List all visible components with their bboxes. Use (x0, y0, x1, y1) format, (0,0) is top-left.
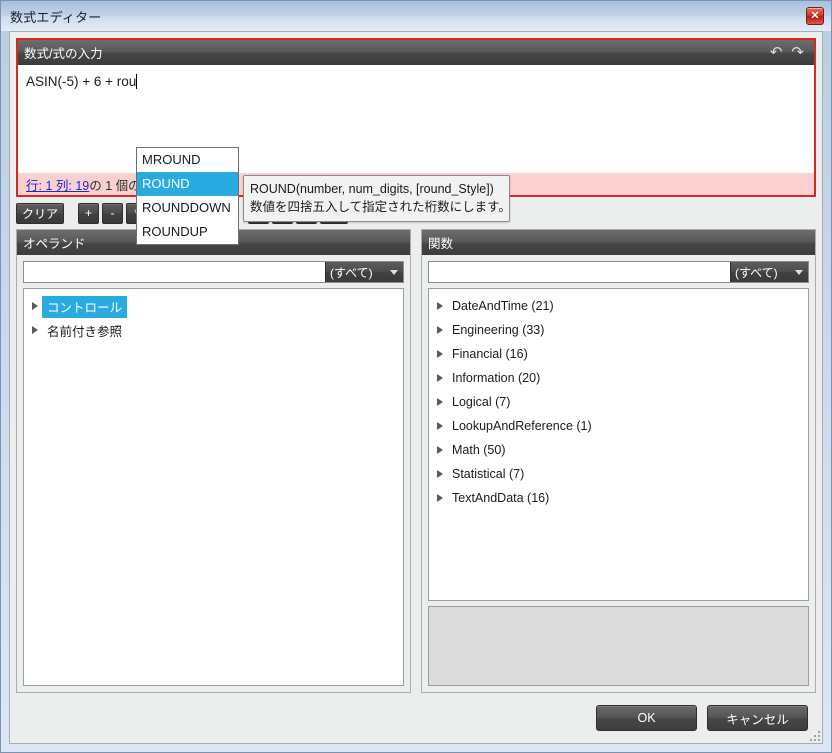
autocomplete-item-mround[interactable]: MROUND (137, 148, 238, 172)
function-category-label: Logical (7) (452, 395, 511, 409)
text-caret (136, 74, 138, 89)
function-filter-combo[interactable]: (すべて) (730, 262, 808, 282)
function-category-dateandtime[interactable]: DateAndTime (21) (429, 294, 808, 318)
expand-triangle-icon[interactable] (437, 374, 443, 382)
tooltip-description: 数値を四捨五入して指定された桁数にします。 (250, 200, 511, 214)
formula-text-value: ASIN(-5) + 6 + rou (26, 74, 137, 89)
function-category-logical[interactable]: Logical (7) (429, 390, 808, 414)
expand-triangle-icon[interactable] (437, 470, 443, 478)
expand-triangle-icon[interactable] (437, 494, 443, 502)
operator-plus-button[interactable]: + (78, 202, 100, 224)
chevron-down-icon (390, 269, 398, 275)
formula-panel-header: 数式/式の入力 ↶ ↷ (18, 40, 814, 65)
formula-editor-window: 数式エディター ✕ 数式/式の入力 ↶ ↷ ASIN(-5) + 6 + rou… (0, 0, 832, 753)
function-category-lookupandreference[interactable]: LookupAndReference (1) (429, 414, 808, 438)
panels-row: オペランド (すべて) コントロール 名前付き参照 関数 (すべて) DateA… (10, 229, 822, 693)
undo-icon[interactable]: ↶ (770, 45, 783, 60)
cancel-button[interactable]: キャンセル (707, 705, 808, 731)
expand-triangle-icon[interactable] (437, 398, 443, 406)
function-category-label: Information (20) (452, 371, 541, 385)
tooltip-signature: ROUND(number, num_digits, [round_Style]) (250, 182, 494, 196)
function-category-financial[interactable]: Financial (16) (429, 342, 808, 366)
ok-button[interactable]: OK (596, 705, 697, 731)
autocomplete-item-round[interactable]: ROUND (137, 172, 238, 196)
close-x-glyph: ✕ (810, 9, 820, 22)
redo-icon[interactable]: ↷ (791, 45, 804, 60)
operand-tree[interactable]: コントロール 名前付き参照 (23, 288, 404, 686)
operand-tree-item-controls[interactable]: コントロール (24, 294, 403, 318)
formula-panel-title: 数式/式の入力 (24, 47, 103, 61)
function-panel-header: 関数 (422, 230, 815, 255)
function-category-information[interactable]: Information (20) (429, 366, 808, 390)
operand-group: オペランド (すべて) コントロール 名前付き参照 (16, 229, 411, 693)
expand-triangle-icon[interactable] (32, 326, 38, 334)
function-category-label: Statistical (7) (452, 467, 525, 481)
operand-tree-item-named-refs[interactable]: 名前付き参照 (24, 318, 403, 342)
function-description-pane (428, 606, 809, 686)
dialog-client-area: 数式/式の入力 ↶ ↷ ASIN(-5) + 6 + rou MROUND RO… (9, 31, 823, 744)
function-category-label: TextAndData (16) (452, 491, 550, 505)
function-category-textanddata[interactable]: TextAndData (16) (429, 486, 808, 510)
close-icon[interactable]: ✕ (806, 7, 824, 25)
operand-tree-item-label: 名前付き参照 (47, 324, 123, 339)
operand-filter-combo[interactable]: (すべて) (325, 262, 403, 282)
operand-filter-row: (すべて) (23, 261, 404, 283)
dialog-footer: OK キャンセル (10, 693, 822, 743)
window-titlebar[interactable]: 数式エディター ✕ (1, 1, 831, 31)
function-panel-title: 関数 (428, 237, 454, 251)
function-group: 関数 (すべて) DateAndTime (21) Engineering (3… (421, 229, 816, 693)
window-title: 数式エディター (10, 9, 102, 25)
expand-triangle-icon[interactable] (437, 326, 443, 334)
expand-triangle-icon[interactable] (437, 350, 443, 358)
operand-search-input[interactable] (24, 262, 325, 282)
expand-triangle-icon[interactable] (437, 302, 443, 310)
error-message: の 1 個の (89, 178, 141, 193)
autocomplete-popup[interactable]: MROUND ROUND ROUNDDOWN ROUNDUP (136, 147, 239, 245)
function-category-math[interactable]: Math (50) (429, 438, 808, 462)
function-filter-combo-label: (すべて) (735, 265, 778, 280)
clear-button[interactable]: クリア (16, 202, 65, 224)
function-category-statistical[interactable]: Statistical (7) (429, 462, 808, 486)
formula-input-group: 数式/式の入力 ↶ ↷ ASIN(-5) + 6 + rou MROUND RO… (16, 38, 816, 245)
function-panel-body: (すべて) DateAndTime (21) Engineering (33) (422, 255, 815, 692)
function-filter-row: (すべて) (428, 261, 809, 283)
function-category-label: DateAndTime (21) (452, 299, 554, 313)
operand-filter-combo-label: (すべて) (330, 265, 373, 280)
autocomplete-item-rounddown[interactable]: ROUNDDOWN (137, 196, 238, 220)
chevron-down-icon (795, 269, 803, 275)
formula-text-editor[interactable]: ASIN(-5) + 6 + rou MROUND ROUND ROUNDDOW… (18, 65, 814, 245)
operand-tree-item-label: コントロール (42, 295, 128, 318)
function-category-label: LookupAndReference (1) (452, 419, 592, 433)
function-category-label: Financial (16) (452, 347, 528, 361)
function-signature-tooltip: ROUND(number, num_digits, [round_Style])… (243, 175, 511, 222)
function-category-label: Math (50) (452, 443, 506, 457)
error-location-link[interactable]: 行: 1 列: 19 (26, 175, 89, 194)
expand-triangle-icon[interactable] (437, 422, 443, 430)
formula-panel-actions: ↶ ↷ (770, 45, 808, 60)
function-category-tree[interactable]: DateAndTime (21) Engineering (33) Financ… (428, 288, 809, 601)
autocomplete-item-roundup[interactable]: ROUNDUP (137, 220, 238, 244)
expand-triangle-icon[interactable] (437, 446, 443, 454)
function-category-engineering[interactable]: Engineering (33) (429, 318, 808, 342)
function-category-label: Engineering (33) (452, 323, 545, 337)
operand-panel-body: (すべて) コントロール 名前付き参照 (17, 255, 410, 692)
resize-grip[interactable] (806, 727, 820, 741)
function-search-input[interactable] (429, 262, 730, 282)
expand-triangle-icon[interactable] (32, 302, 38, 310)
operator-minus-button[interactable]: - (102, 202, 124, 224)
